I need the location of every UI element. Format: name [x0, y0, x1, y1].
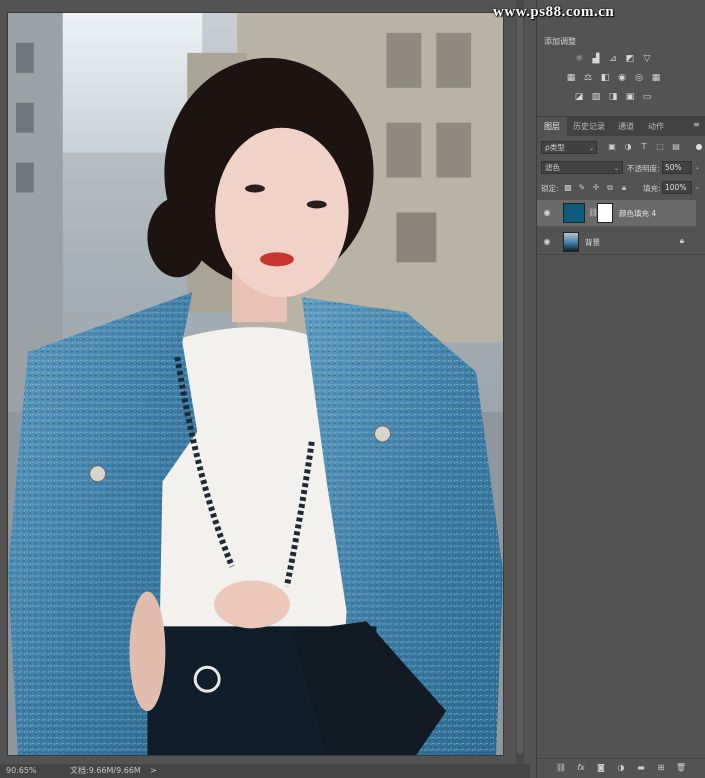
panels-column: 添加调整 ☼ ▟ ⊿ ◩ ▽ ▦ ⚖ ◧ ◉ ◎ ▦ ◪ ▨ ◨ ▣ ▭ 图层 …	[536, 0, 705, 778]
posterize-icon[interactable]: ▨	[590, 92, 602, 103]
layer-name: 颜色填充 4	[619, 209, 657, 218]
scrollbar-thumb[interactable]	[517, 14, 523, 754]
lock-position-icon[interactable]: ✛	[591, 182, 601, 193]
fill-chevron-icon[interactable]: ⌄	[695, 184, 700, 191]
fx-icon[interactable]: fx	[575, 762, 587, 774]
color-lookup-icon[interactable]: ▦	[650, 73, 662, 84]
layer-row-background[interactable]: ◉ 背景 🔒︎	[537, 229, 696, 255]
tab-history[interactable]: 历史记录	[567, 117, 611, 136]
type-filter-icon[interactable]: T	[639, 142, 649, 152]
chevron-down-icon: ⌄	[589, 145, 595, 152]
hue-saturation-icon[interactable]: ▦	[565, 73, 577, 84]
vibrance-icon[interactable]: ▽	[641, 54, 653, 65]
lock-all-icon[interactable]: 🔒︎	[619, 182, 629, 193]
adjustments-title: 添加调整	[544, 37, 576, 46]
black-white-icon[interactable]: ◧	[599, 73, 611, 84]
layer-name: 背景	[585, 238, 600, 247]
fill-input[interactable]: 100%	[662, 181, 692, 194]
photo-image	[8, 13, 503, 755]
visibility-eye-icon[interactable]: ◉	[542, 237, 552, 246]
fill-value: 100%	[665, 183, 687, 192]
adjustment-layer-icon[interactable]: ◑	[615, 762, 627, 774]
shape-filter-icon[interactable]: ⬚	[655, 142, 665, 152]
panel-tabs: 图层 历史记录 通道 动作 ≡	[537, 117, 705, 136]
layer-list-separator	[537, 254, 705, 255]
layer-thumbnail	[563, 232, 579, 252]
lock-row: 锁定: ▩ ✎ ✛ ⧉ 🔒︎ 填充: 100% ⌄	[541, 181, 702, 195]
layers-footer: ⛓ fx ◙ ◑ ▬ ⊞ 🗑︎	[537, 758, 705, 778]
levels-icon[interactable]: ▟	[590, 54, 602, 65]
layer-row-color-fill[interactable]: ◉ ⛓ 颜色填充 4	[537, 200, 696, 226]
status-bar: 90.65% 文档:9.66M/9.66M >	[0, 764, 530, 778]
layer-thumbnail	[563, 203, 585, 223]
chevron-down-icon: ⌄	[614, 165, 620, 172]
opacity-value: 50%	[665, 163, 682, 172]
blend-mode-value: 滤色	[545, 163, 560, 172]
visibility-eye-icon[interactable]: ◉	[542, 208, 552, 217]
gradient-map-icon[interactable]: ▭	[641, 92, 653, 103]
invert-icon[interactable]: ◪	[573, 92, 585, 103]
curves-icon[interactable]: ⊿	[607, 54, 619, 65]
lock-artboard-icon[interactable]: ⧉	[605, 182, 615, 193]
opacity-chevron-icon[interactable]: ⌄	[695, 164, 700, 171]
new-layer-icon[interactable]: ⊞	[655, 762, 667, 774]
layer-filter-row: ρ类型 ⌄ ▣ ◑ T ⬚ ▤	[541, 141, 702, 155]
exposure-icon[interactable]: ◩	[624, 54, 636, 65]
filter-kind-select[interactable]: ρ类型 ⌄	[541, 141, 597, 154]
lock-image-icon[interactable]: ✎	[577, 182, 587, 193]
adjustment-filter-icon[interactable]: ◑	[623, 142, 633, 152]
status-menu-arrow[interactable]: >	[150, 764, 157, 778]
layer-lock-icon: 🔒︎	[679, 236, 684, 245]
site-watermark: www.ps88.com.cn	[493, 4, 615, 20]
document-canvas[interactable]	[7, 12, 504, 756]
adjustments-row-1: ☼ ▟ ⊿ ◩ ▽	[537, 54, 705, 70]
color-balance-icon[interactable]: ⚖	[582, 73, 594, 84]
opacity-label: 不透明度:	[627, 164, 660, 173]
tab-layers[interactable]: 图层	[537, 117, 567, 136]
photoshop-window: 90.65% 文档:9.66M/9.66M > 添加调整 ☼ ▟ ⊿ ◩ ▽ ▦…	[0, 0, 705, 778]
threshold-icon[interactable]: ◨	[607, 92, 619, 103]
selective-color-icon[interactable]: ▣	[624, 92, 636, 103]
photo-filter-icon[interactable]: ◉	[616, 73, 628, 84]
adjustments-row-2: ▦ ⚖ ◧ ◉ ◎ ▦	[537, 73, 705, 89]
link-icon[interactable]: ⛓	[555, 762, 567, 774]
mask-icon[interactable]: ◙	[595, 762, 607, 774]
tab-channels[interactable]: 通道	[611, 117, 641, 136]
lock-label: 锁定:	[541, 184, 559, 193]
trash-icon[interactable]: 🗑︎	[675, 762, 687, 774]
filter-toggle-icon[interactable]	[696, 144, 702, 150]
opacity-input[interactable]: 50%	[662, 161, 692, 174]
blend-row: 滤色 ⌄ 不透明度: 50% ⌄	[541, 161, 702, 175]
brightness-contrast-icon[interactable]: ☼	[573, 54, 585, 65]
tab-actions[interactable]: 动作	[641, 117, 671, 136]
panel-menu-icon[interactable]: ≡	[693, 121, 701, 129]
layers-panel: 图层 历史记录 通道 动作 ≡ ρ类型 ⌄ ▣ ◑ T ⬚ ▤ 滤色 ⌄ 不透明度:…	[537, 116, 705, 778]
smart-object-filter-icon[interactable]: ▤	[671, 142, 681, 152]
group-icon[interactable]: ▬	[635, 762, 647, 774]
adjustments-panel: 添加调整 ☼ ▟ ⊿ ◩ ▽ ▦ ⚖ ◧ ◉ ◎ ▦ ◪ ▨ ◨ ▣ ▭	[537, 22, 705, 112]
blend-mode-select[interactable]: 滤色 ⌄	[541, 161, 623, 174]
zoom-level[interactable]: 90.65%	[6, 764, 37, 778]
lock-transparent-icon[interactable]: ▩	[563, 182, 573, 193]
layer-mask-thumbnail[interactable]	[597, 203, 613, 223]
canvas-area: 90.65% 文档:9.66M/9.66M >	[0, 0, 530, 778]
fill-label: 填充:	[643, 184, 661, 193]
vertical-scrollbar[interactable]	[516, 0, 524, 766]
filter-kind-label: ρ类型	[545, 143, 565, 152]
adjustments-row-3: ◪ ▨ ◨ ▣ ▭	[537, 92, 705, 108]
channel-mixer-icon[interactable]: ◎	[633, 73, 645, 84]
document-size-info: 文档:9.66M/9.66M	[70, 766, 141, 775]
image-filter-icon[interactable]: ▣	[607, 142, 617, 152]
